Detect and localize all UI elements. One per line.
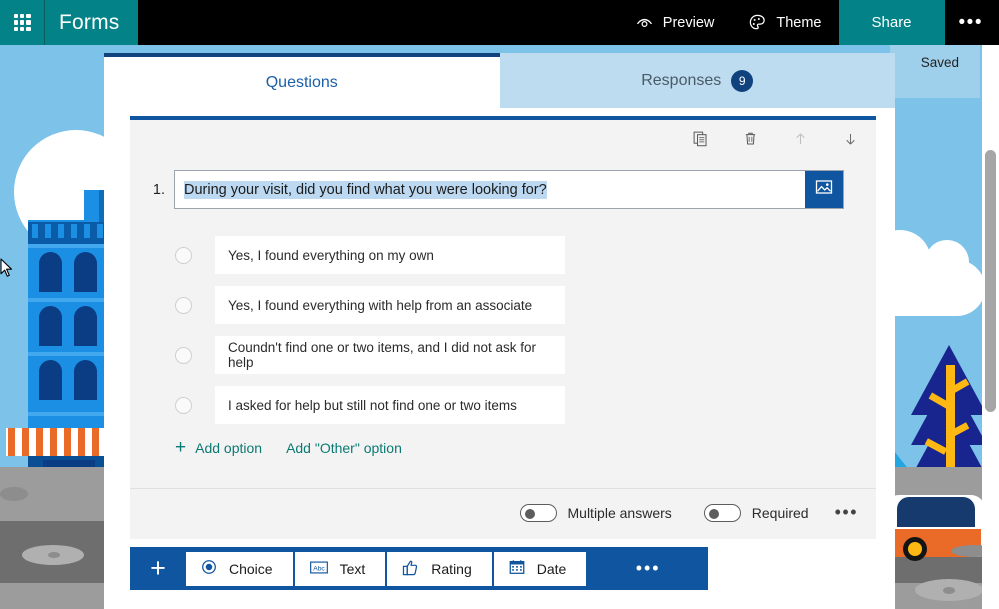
copy-question-button[interactable]: [686, 126, 714, 154]
tab-questions[interactable]: Questions: [104, 53, 500, 108]
suite-header-bar: Forms Preview Theme Share •••: [0, 0, 999, 45]
radio-choice-icon: [200, 558, 218, 579]
manhole-shape: [915, 579, 983, 601]
option-radio-icon[interactable]: [175, 296, 192, 314]
required-label: Required: [751, 504, 809, 521]
choice-option-row: Coundn't find one or two items, and I di…: [175, 330, 565, 380]
forms-editor-page: Saved Forms Preview Theme Share ••• Ques…: [0, 0, 999, 609]
abc-text-icon: Abc: [309, 559, 329, 579]
question-title-field[interactable]: During your visit, did you find what you…: [174, 170, 844, 209]
share-button[interactable]: Share: [838, 0, 945, 45]
multiple-answers-control: Multiple answers: [519, 503, 672, 522]
choice-option-row: Yes, I found everything with help from a…: [175, 280, 565, 330]
option-input[interactable]: Yes, I found everything with help from a…: [215, 286, 565, 324]
form-editor-panel: Questions Responses 9 1. During your vis…: [104, 53, 895, 609]
saved-status-label: Saved: [920, 55, 959, 70]
question-type-choice-button[interactable]: Choice: [186, 551, 293, 586]
add-question-more-button[interactable]: •••: [588, 558, 708, 579]
insert-image-button[interactable]: [805, 171, 843, 208]
tab-responses[interactable]: Responses 9: [499, 53, 895, 108]
eye-preview-icon: [635, 13, 654, 32]
insert-image-icon: [814, 177, 834, 202]
theme-button[interactable]: Theme: [731, 0, 838, 45]
thumbs-up-rating-icon: [401, 558, 420, 580]
question-type-date-button[interactable]: Date: [493, 551, 587, 586]
question-number: 1.: [152, 182, 165, 198]
question-type-date-label: Date: [536, 560, 567, 577]
question-type-rating-label: Rating: [431, 560, 472, 577]
forms-brand-link[interactable]: Forms: [44, 0, 138, 45]
question-type-choice-label: Choice: [229, 560, 273, 577]
arrow-down-icon: [842, 130, 859, 151]
palette-theme-icon: [748, 13, 767, 32]
choice-option-row: Yes, I found everything on my own: [175, 230, 565, 280]
question-type-text-button[interactable]: Abc Text: [294, 551, 386, 586]
saved-status-band: [890, 45, 980, 98]
choice-options-list: Yes, I found everything on my own Yes, I…: [175, 230, 565, 430]
question-type-text-label: Text: [339, 560, 366, 577]
choice-option-row: I asked for help but still not find one …: [175, 380, 565, 430]
option-input[interactable]: Yes, I found everything on my own: [215, 236, 565, 274]
question-title-text: During your visit, did you find what you…: [184, 180, 547, 199]
option-input[interactable]: Coundn't find one or two items, and I di…: [215, 336, 565, 374]
preview-button[interactable]: Preview: [618, 0, 732, 45]
tab-questions-label: Questions: [265, 73, 338, 91]
scrollbar-thumb[interactable]: [985, 150, 996, 412]
move-question-up-button[interactable]: [786, 126, 814, 154]
add-other-option-button[interactable]: Add "Other" option: [286, 440, 402, 456]
required-control: Required: [703, 503, 809, 522]
svg-text:Abc: Abc: [313, 565, 325, 572]
move-question-down-button[interactable]: [836, 126, 864, 154]
page-scrollbar[interactable]: [982, 45, 999, 609]
arrow-up-icon: [792, 130, 809, 151]
calendar-date-icon: [508, 558, 526, 579]
add-question-bar: + Choice Abc Text Rating Date •••: [130, 547, 708, 590]
trash-icon: [742, 130, 759, 150]
add-option-button[interactable]: + Add option: [175, 438, 262, 457]
responses-count-badge: 9: [731, 69, 754, 92]
tab-responses-label: Responses: [641, 71, 722, 89]
header-more-button[interactable]: •••: [945, 0, 999, 45]
editor-tabs: Questions Responses 9: [104, 53, 895, 108]
header-spacer: [138, 0, 618, 45]
copy-icon: [692, 130, 709, 150]
required-toggle[interactable]: [703, 503, 741, 522]
app-launcher-button[interactable]: [0, 0, 44, 45]
multiple-answers-label: Multiple answers: [567, 504, 672, 521]
question-more-settings-button[interactable]: •••: [835, 502, 858, 523]
question-type-rating-button[interactable]: Rating: [387, 551, 492, 586]
question-title-row: 1. During your visit, did you find what …: [149, 170, 844, 209]
add-option-row: + Add option Add "Other" option: [175, 438, 402, 457]
theme-label: Theme: [776, 14, 822, 31]
option-radio-icon[interactable]: [175, 346, 192, 364]
question-settings-row: Multiple answers Required •••: [488, 502, 859, 523]
preview-label: Preview: [662, 14, 715, 31]
question-toolbar: [686, 126, 864, 154]
multiple-answers-toggle[interactable]: [519, 503, 557, 522]
app-launcher-waffle-icon: [13, 14, 31, 31]
card-divider: [130, 488, 876, 489]
add-option-label: Add option: [195, 439, 263, 456]
manhole-shape: [22, 545, 84, 565]
option-input[interactable]: I asked for help but still not find one …: [215, 386, 565, 424]
option-radio-icon[interactable]: [175, 396, 192, 414]
question-title-input[interactable]: During your visit, did you find what you…: [175, 171, 805, 208]
plus-icon: +: [175, 437, 187, 458]
delete-question-button[interactable]: [736, 126, 764, 154]
option-radio-icon[interactable]: [175, 246, 192, 264]
add-question-button[interactable]: +: [130, 553, 186, 584]
question-card: 1. During your visit, did you find what …: [130, 116, 876, 539]
mouse-cursor: [0, 258, 14, 283]
